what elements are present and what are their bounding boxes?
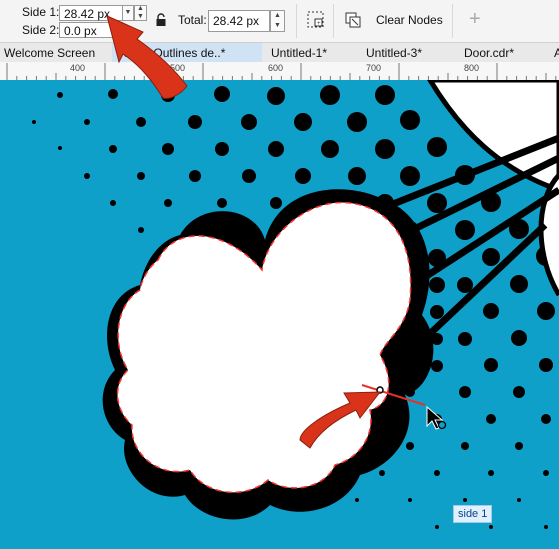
- tab-untitled-1[interactable]: Untitled-1*: [267, 43, 359, 63]
- tab-untitled-3[interactable]: Untitled-3*: [362, 43, 454, 63]
- pointer-cursor-icon: [426, 405, 444, 430]
- add-icon[interactable]: +: [469, 8, 481, 31]
- ruler-label: 700: [366, 63, 382, 73]
- spin-down-icon: ▼: [274, 22, 281, 29]
- clear-nodes-button[interactable]: Clear Nodes: [376, 13, 443, 27]
- total-spinner[interactable]: ▲ ▼: [270, 10, 285, 32]
- spin-up-icon: ▲: [274, 12, 281, 19]
- ruler-label: 600: [268, 63, 284, 73]
- property-bar: Side 1: 28.42 px ▼ ▲ ▼ Side 2: 0.0 px To…: [0, 0, 559, 42]
- ruler-label: 800: [464, 63, 480, 73]
- cursor-badge-icon: [437, 420, 447, 430]
- clear-nodes-icon[interactable]: [345, 12, 361, 28]
- toolbar-separator: [296, 4, 297, 38]
- toolbar-separator: [333, 4, 334, 38]
- artwork: [32, 80, 559, 529]
- side1-label: Side 1:: [22, 5, 60, 19]
- drawing-canvas[interactable]: side 1: [0, 80, 559, 549]
- tab-overflow[interactable]: A: [551, 43, 559, 63]
- callout-arrow: [106, 15, 188, 99]
- total-field[interactable]: 28.42 px: [208, 10, 270, 32]
- svg-text:+: +: [317, 21, 321, 27]
- horizontal-ruler[interactable]: 400 500 600 700 800: [0, 62, 559, 81]
- toolbar-separator: [452, 4, 453, 38]
- side-tooltip: side 1: [453, 505, 493, 523]
- document-tabs: Welcome Screen Vector Outlines de..* Unt…: [0, 42, 559, 63]
- segment-snap-icon[interactable]: +: [307, 11, 325, 29]
- side2-label: Side 2:: [22, 23, 60, 37]
- ruler-label: 400: [70, 63, 86, 73]
- background-shape: [427, 80, 559, 193]
- tab-welcome-screen[interactable]: Welcome Screen: [0, 43, 110, 63]
- tab-door[interactable]: Door.cdr*: [460, 43, 550, 63]
